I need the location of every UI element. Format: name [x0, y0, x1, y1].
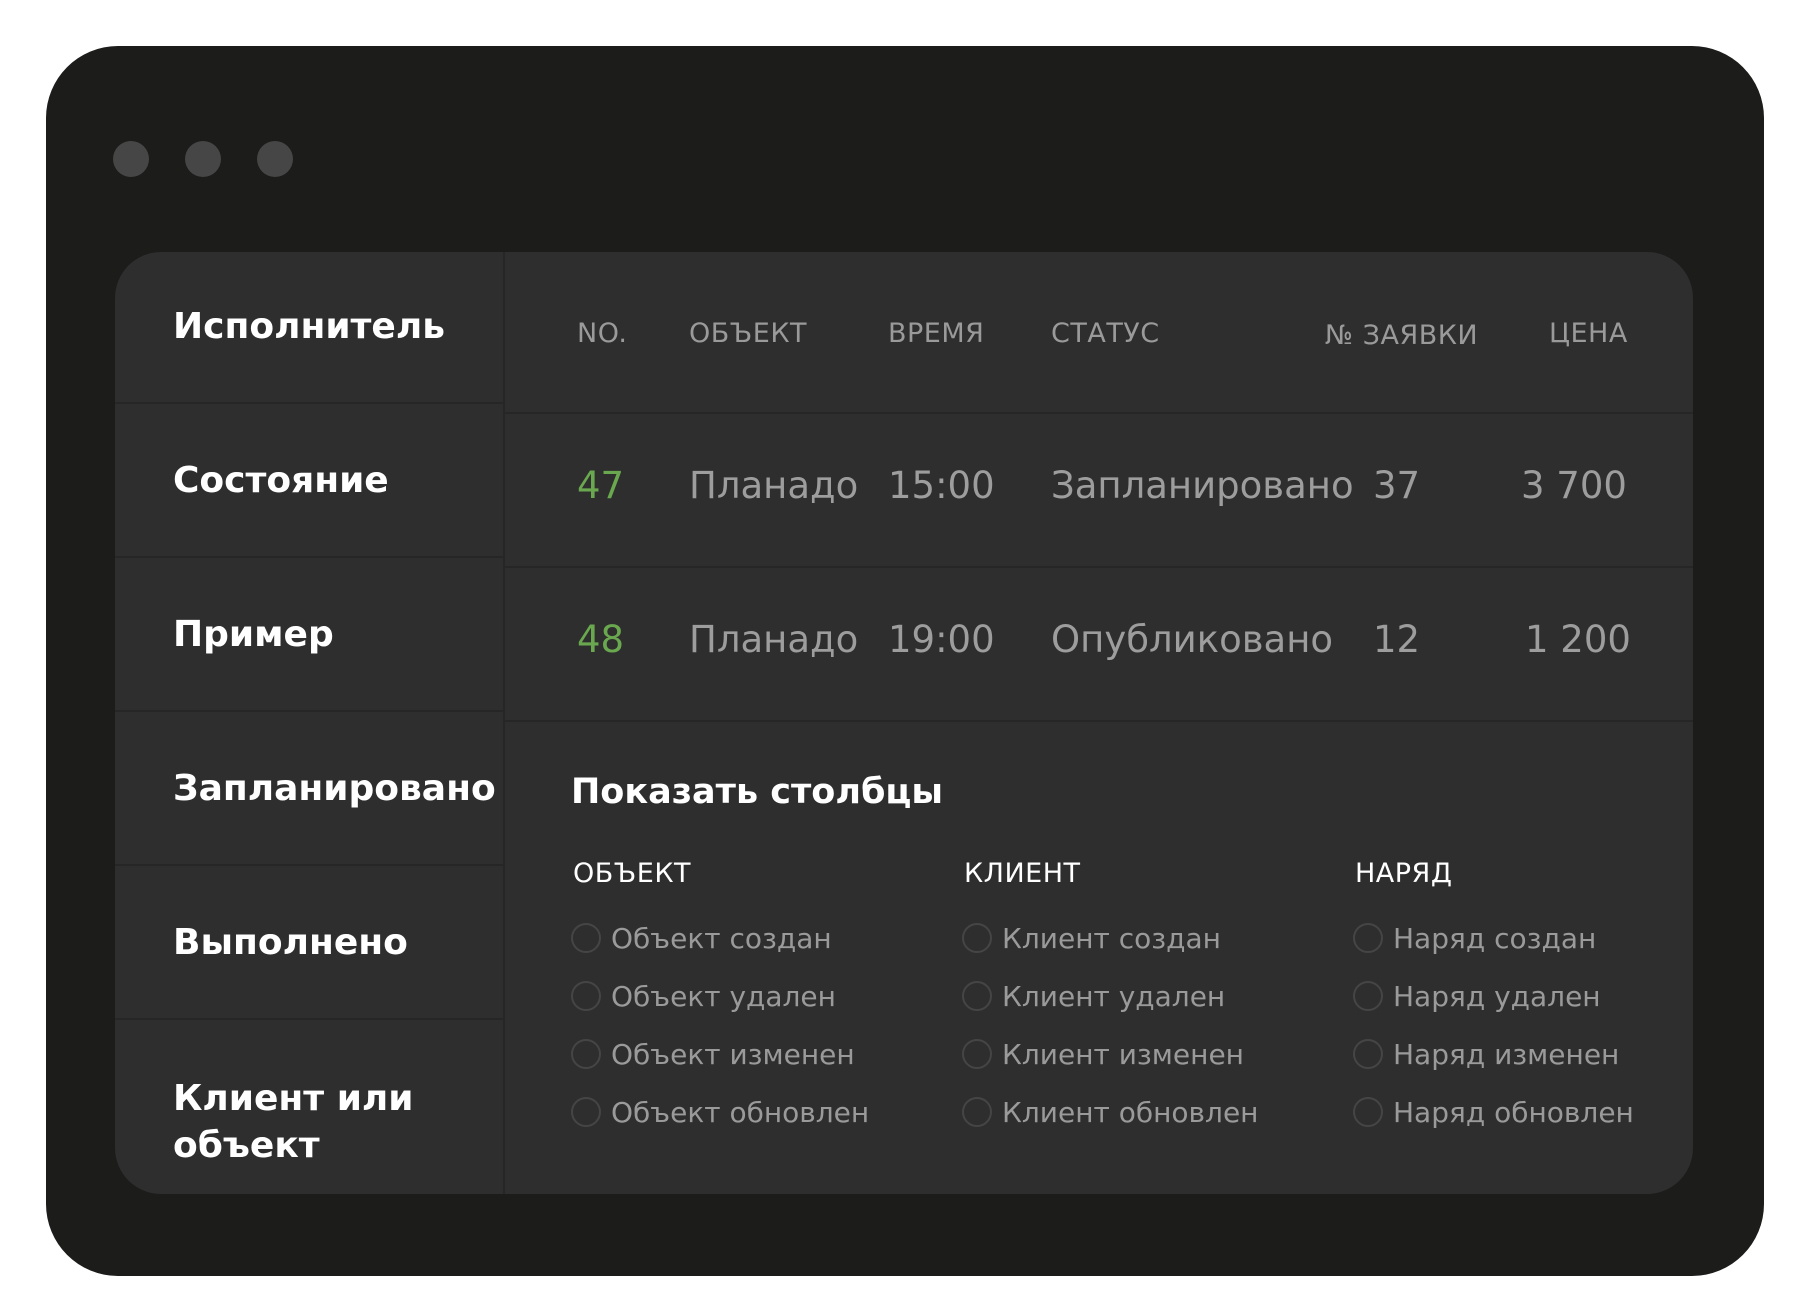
column-picker: Показать столбцы ОБЪЕКТ Объект создан Об… [505, 724, 1693, 1194]
cell-request-no: 12 [1373, 618, 1421, 661]
checkbox-icon[interactable] [1353, 981, 1383, 1011]
table-row[interactable]: 48 Планадо 19:00 Опубликовано 12 1 200 [505, 568, 1693, 722]
checkbox-icon[interactable] [571, 1039, 601, 1069]
column-option[interactable]: Объект изменен [571, 1025, 869, 1083]
cell-price: 1 200 [1525, 618, 1631, 661]
column-option-label: Наряд изменен [1393, 1037, 1620, 1071]
table-header-row: NO. ОБЪЕКТ ВРЕМЯ СТАТУС № ЗАЯВКИ ЦЕНА [505, 252, 1693, 414]
cell-status: Запланировано [1051, 464, 1354, 507]
sidebar-item-label: Клиент или объект [173, 1078, 414, 1166]
cell-object: Планадо [689, 464, 859, 507]
checkbox-icon[interactable] [962, 981, 992, 1011]
cell-time: 15:00 [888, 464, 995, 507]
column-option[interactable]: Объект обновлен [571, 1083, 869, 1141]
checkbox-icon[interactable] [962, 1039, 992, 1069]
sidebar-item-label: Пример [173, 613, 334, 655]
checkbox-icon[interactable] [962, 923, 992, 953]
column-option[interactable]: Наряд изменен [1353, 1025, 1634, 1083]
table-panel: Исполнитель Состояние Пример Запланирова… [115, 252, 1693, 1194]
sidebar-item-planned[interactable]: Запланировано [115, 714, 503, 866]
close-window-icon[interactable] [113, 141, 149, 177]
column-group-heading: ОБЪЕКТ [573, 858, 691, 889]
minimize-window-icon[interactable] [185, 141, 221, 177]
cell-no: 48 [577, 618, 625, 661]
column-group-object: ОБЪЕКТ Объект создан Объект удален Объек… [571, 858, 869, 1141]
sidebar-item-client-or-object[interactable]: Клиент или объект [115, 1022, 455, 1194]
column-header-request-no[interactable]: № ЗАЯВКИ [1325, 320, 1478, 351]
sidebar-item-state[interactable]: Состояние [115, 406, 503, 558]
column-option[interactable]: Клиент изменен [962, 1025, 1258, 1083]
table-row[interactable]: 47 Планадо 15:00 Запланировано 37 3 700 [505, 414, 1693, 568]
column-header-price[interactable]: ЦЕНА [1549, 318, 1628, 349]
column-option[interactable]: Объект создан [571, 909, 869, 967]
checkbox-icon[interactable] [1353, 923, 1383, 953]
column-option-label: Клиент создан [1002, 921, 1221, 955]
column-option[interactable]: Клиент удален [962, 967, 1258, 1025]
sidebar-item-label: Исполнитель [173, 305, 445, 347]
checkbox-icon[interactable] [571, 1097, 601, 1127]
cell-no: 47 [577, 464, 625, 507]
column-option-label: Клиент изменен [1002, 1037, 1244, 1071]
column-option-label: Объект удален [611, 979, 836, 1013]
column-option-label: Наряд создан [1393, 921, 1597, 955]
column-group-order: НАРЯД Наряд создан Наряд удален Наряд из… [1353, 858, 1634, 1141]
sidebar-item-done[interactable]: Выполнено [115, 868, 503, 1020]
sidebar-item-label: Запланировано [173, 767, 496, 809]
column-option[interactable]: Клиент создан [962, 909, 1258, 967]
column-option-label: Объект обновлен [611, 1095, 870, 1129]
checkbox-icon[interactable] [1353, 1039, 1383, 1069]
column-option[interactable]: Объект удален [571, 967, 869, 1025]
column-group-heading: НАРЯД [1355, 858, 1453, 889]
column-option-label: Клиент обновлен [1002, 1095, 1259, 1129]
column-header-object[interactable]: ОБЪЕКТ [689, 318, 807, 349]
column-option[interactable]: Клиент обновлен [962, 1083, 1258, 1141]
maximize-window-icon[interactable] [257, 141, 293, 177]
sidebar-item-label: Состояние [173, 459, 389, 501]
column-option[interactable]: Наряд удален [1353, 967, 1634, 1025]
column-group-client: КЛИЕНТ Клиент создан Клиент удален Клиен… [962, 858, 1258, 1141]
checkbox-icon[interactable] [962, 1097, 992, 1127]
column-option-label: Клиент удален [1002, 979, 1226, 1013]
cell-status: Опубликовано [1051, 618, 1334, 661]
sidebar-item-label: Выполнено [173, 921, 408, 963]
cell-time: 19:00 [888, 618, 995, 661]
window-controls [113, 141, 293, 177]
column-option-label: Наряд удален [1393, 979, 1601, 1013]
sidebar-item-example[interactable]: Пример [115, 560, 503, 712]
checkbox-icon[interactable] [571, 923, 601, 953]
sidebar: Исполнитель Состояние Пример Запланирова… [115, 252, 505, 1194]
column-header-no[interactable]: NO. [577, 318, 627, 349]
cell-price: 3 700 [1521, 464, 1627, 507]
cell-object: Планадо [689, 618, 859, 661]
column-group-heading: КЛИЕНТ [964, 858, 1081, 889]
main-table: NO. ОБЪЕКТ ВРЕМЯ СТАТУС № ЗАЯВКИ ЦЕНА 47… [505, 252, 1693, 1194]
column-picker-title: Показать столбцы [571, 772, 944, 812]
checkbox-icon[interactable] [1353, 1097, 1383, 1127]
sidebar-item-executor[interactable]: Исполнитель [115, 252, 503, 404]
app-window: Исполнитель Состояние Пример Запланирова… [46, 46, 1764, 1276]
column-option[interactable]: Наряд обновлен [1353, 1083, 1634, 1141]
column-option-label: Объект создан [611, 921, 832, 955]
column-header-time[interactable]: ВРЕМЯ [888, 318, 984, 349]
column-option-label: Наряд обновлен [1393, 1095, 1634, 1129]
cell-request-no: 37 [1373, 464, 1421, 507]
checkbox-icon[interactable] [571, 981, 601, 1011]
column-option[interactable]: Наряд создан [1353, 909, 1634, 967]
column-header-status[interactable]: СТАТУС [1051, 318, 1160, 349]
column-option-label: Объект изменен [611, 1037, 855, 1071]
